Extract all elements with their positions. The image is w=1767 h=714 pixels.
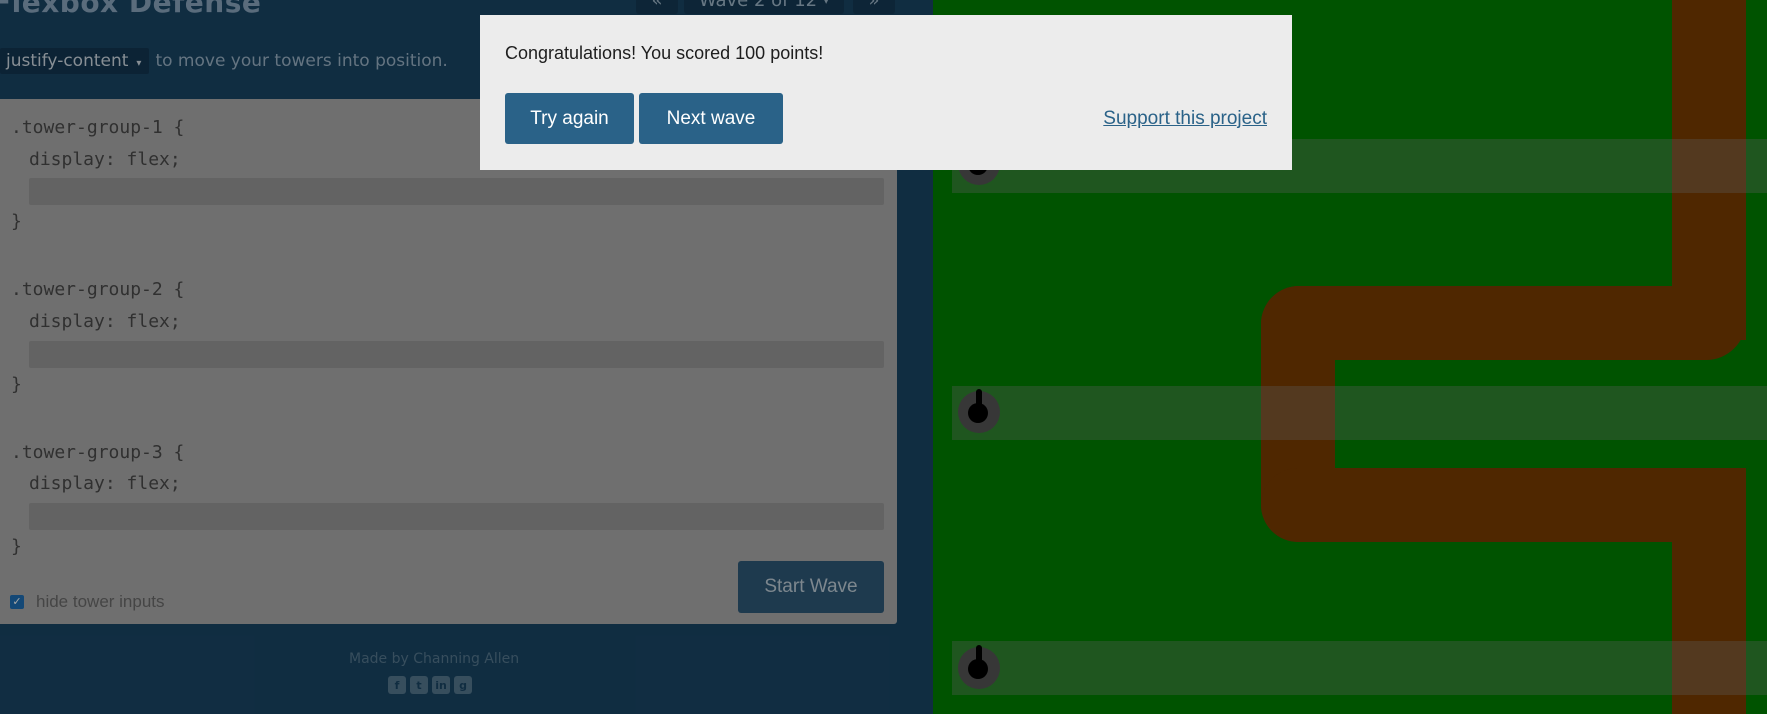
support-project-link[interactable]: Support this project	[1103, 108, 1267, 130]
try-again-button[interactable]: Try again	[505, 93, 634, 144]
next-wave-button[interactable]: Next wave	[639, 93, 783, 144]
score-message: Congratulations! You scored 100 points!	[505, 43, 824, 63]
results-modal: Congratulations! You scored 100 points! …	[480, 15, 1292, 170]
